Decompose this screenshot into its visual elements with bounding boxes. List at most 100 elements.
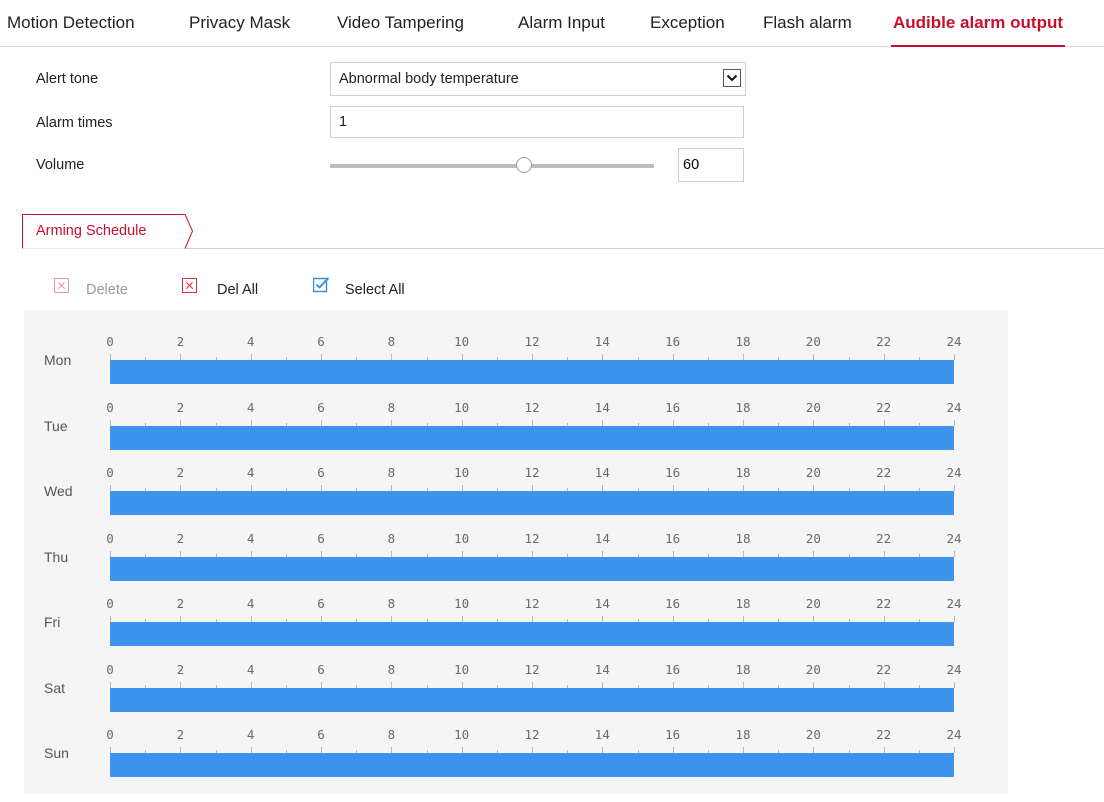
hour-label: 10	[454, 465, 470, 480]
hour-label: 24	[946, 334, 962, 349]
hour-label: 0	[106, 465, 114, 480]
hour-label: 4	[246, 334, 255, 349]
checkbox-check-icon	[312, 276, 330, 293]
alert-tone-select[interactable]: Abnormal body temperature	[330, 62, 746, 96]
hour-label: 10	[454, 661, 470, 677]
schedule-bar-tue[interactable]	[110, 425, 954, 450]
hour-label: 4	[246, 596, 255, 611]
hour-label: 24	[946, 596, 962, 611]
hour-label: 16	[665, 596, 681, 611]
hour-label: 2	[176, 334, 185, 349]
select-all-label: Select All	[345, 282, 405, 298]
tab-audible-alarm-output[interactable]: Audible alarm output	[891, 0, 1065, 47]
hour-label: 12	[524, 596, 540, 611]
hour-label: 0	[106, 399, 114, 415]
tab-video-tampering[interactable]: Video Tampering	[337, 0, 464, 46]
hour-label: 12	[524, 465, 540, 480]
hour-label: 2	[176, 596, 185, 611]
hour-label: 12	[524, 530, 540, 546]
hour-label: 24	[946, 530, 962, 546]
hour-label: 2	[176, 399, 185, 415]
hour-label: 8	[387, 399, 396, 415]
volume-slider[interactable]	[330, 157, 654, 174]
hour-label: 20	[805, 399, 821, 415]
tab-alarm-input[interactable]: Alarm Input	[518, 0, 605, 46]
hour-label: 10	[454, 727, 470, 742]
hour-label: 18	[735, 399, 751, 415]
schedule-bar-mon[interactable]	[110, 360, 954, 384]
schedule-bar-sat[interactable]	[110, 687, 954, 712]
hour-label: 22	[876, 596, 892, 611]
hour-label: 18	[735, 661, 751, 677]
hour-label: 24	[946, 399, 962, 415]
hour-label: 0	[106, 530, 114, 546]
alarm-times-input[interactable]	[330, 106, 744, 138]
schedule-bar-thu[interactable]	[110, 556, 954, 581]
del-all-button[interactable]: Del All	[182, 278, 272, 302]
volume-label: Volume	[36, 157, 85, 173]
hour-label: 4	[246, 530, 255, 546]
hour-tick	[954, 550, 955, 557]
schedule-bar-sun[interactable]	[110, 753, 954, 777]
hour-label: 12	[524, 727, 540, 742]
tab-flash-alarm[interactable]: Flash alarm	[763, 0, 852, 46]
day-label-wed: Wed	[44, 483, 73, 499]
hour-label: 4	[246, 399, 255, 415]
tab-motion-detection[interactable]: Motion Detection	[7, 0, 135, 46]
hour-tick	[954, 616, 955, 622]
hour-label: 16	[665, 465, 681, 480]
hour-label: 2	[176, 727, 185, 742]
hour-label: 12	[524, 334, 540, 349]
hour-label: 2	[176, 465, 185, 480]
hour-label: 4	[246, 661, 255, 677]
hour-label: 14	[594, 465, 610, 480]
hour-label: 8	[387, 465, 396, 480]
hour-label: 20	[805, 334, 821, 349]
hour-label: 14	[594, 661, 610, 677]
hour-label: 24	[946, 727, 962, 742]
volume-slider-thumb[interactable]	[516, 157, 533, 173]
tab-exception[interactable]: Exception	[650, 0, 725, 46]
alarm-times-row: Alarm times	[36, 106, 756, 140]
alarm-tabs: Motion Detection Privacy Mask Video Tamp…	[0, 0, 1104, 47]
hour-label: 22	[876, 661, 892, 677]
schedule-bar-fri[interactable]	[110, 622, 954, 646]
day-label-sat: Sat	[44, 679, 66, 696]
hour-label: 0	[106, 727, 114, 742]
day-label-tue: Tue	[44, 417, 68, 434]
hour-label: 0	[106, 596, 114, 611]
hour-label: 24	[946, 661, 962, 677]
hour-label: 16	[665, 530, 681, 546]
hour-label: 12	[524, 399, 540, 415]
tab-privacy-mask[interactable]: Privacy Mask	[189, 0, 290, 46]
hour-label: 10	[454, 334, 470, 349]
hour-label: 22	[876, 727, 892, 742]
hour-label: 14	[594, 727, 610, 742]
delete-label: Delete	[86, 282, 128, 298]
hour-tick	[954, 681, 955, 688]
hour-label: 6	[317, 727, 325, 742]
hour-label: 24	[946, 465, 962, 480]
hour-label: 12	[524, 661, 540, 677]
hour-label: 8	[387, 334, 396, 349]
hour-label: 22	[876, 334, 892, 349]
hour-label: 14	[594, 530, 610, 546]
schedule-bar-wed[interactable]	[110, 491, 954, 515]
hour-label: 16	[665, 334, 681, 349]
arming-schedule-label: Arming Schedule	[36, 223, 147, 239]
volume-row: Volume	[36, 148, 756, 182]
delete-button[interactable]: Delete	[54, 278, 144, 302]
chevron-down-icon[interactable]	[723, 69, 741, 87]
hour-label: 16	[665, 727, 681, 742]
select-all-button[interactable]: Select All	[312, 276, 423, 302]
hour-label: 2	[176, 530, 185, 546]
hour-label: 16	[665, 661, 681, 677]
hour-label: 14	[594, 334, 610, 349]
hour-label: 10	[454, 530, 470, 546]
hour-label: 20	[805, 727, 821, 742]
hour-label: 2	[176, 661, 185, 677]
hour-label: 20	[805, 661, 821, 677]
volume-input[interactable]	[678, 148, 744, 182]
hour-label: 22	[876, 530, 892, 546]
hour-label: 8	[387, 727, 396, 742]
